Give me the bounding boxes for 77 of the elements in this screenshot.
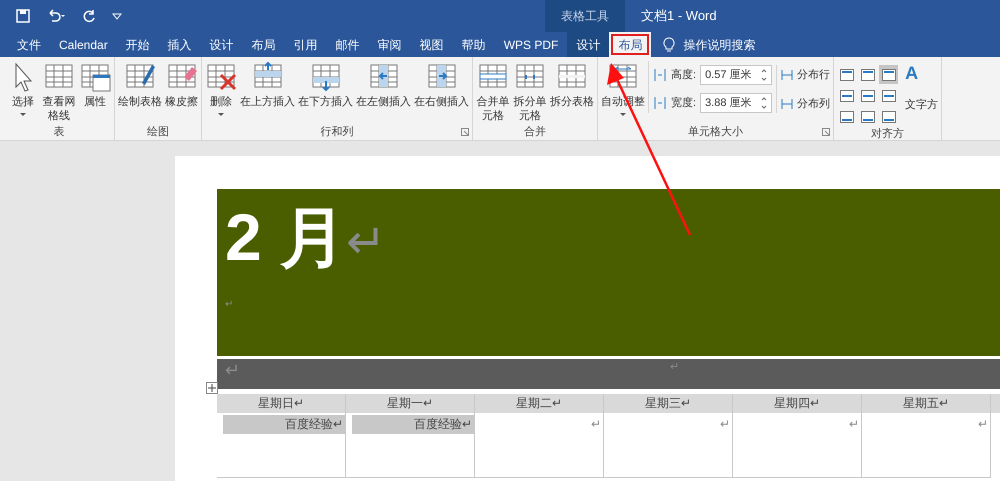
cell-text: ↵ [590,416,602,433]
group-label: 行和列 [320,124,354,140]
window-title: 文档1 - Word [641,7,717,26]
cell-text: 百度经验↵ [223,415,345,434]
spinner-icon[interactable] [761,96,768,110]
field-label: 高度: [671,68,696,83]
ribbon-button[interactable]: 在上方插入 [240,61,295,109]
field-label: 宽度: [671,96,696,111]
size-icon [653,96,667,110]
ribbon-button[interactable]: 绘制表格 [118,61,162,109]
menu-tab[interactable]: 设计 [567,32,610,57]
menu-tab[interactable]: 设计 [200,32,243,57]
paragraph-mark: ↵ [346,215,386,271]
search-label[interactable]: 操作说明搜索 [683,36,756,54]
table-header-cell: 星期三↵ [604,394,733,413]
lightbulb-icon [663,37,676,52]
redo-icon[interactable] [82,9,96,23]
distribute-icon [781,69,794,82]
context-tab-header: 表格工具 [545,0,625,32]
menu-tab[interactable]: 帮助 [452,32,495,57]
distribute-icon [781,98,794,110]
group-label: 单元格大小 [688,124,744,140]
launcher-icon[interactable] [822,128,830,136]
table-header-cell: 星期二↵ [475,394,604,413]
ribbon-button[interactable]: 橡皮擦 [165,61,198,109]
group-label: 合并 [524,124,546,140]
menu-tab[interactable]: 插入 [158,32,201,57]
customize-icon[interactable] [112,11,122,21]
table-header-cell: 星期五↵ [862,394,991,413]
cell-text: ↵ [848,416,860,433]
menu-tab[interactable]: WPS PDF [494,32,568,57]
size-field[interactable]: 0.57 厘米 [700,65,772,85]
ribbon-button[interactable]: 在左侧插入 [356,61,411,109]
save-icon[interactable] [16,9,30,23]
cell-text: ↵ [719,416,731,433]
distribute-button[interactable]: 分布列 [781,96,830,112]
caret-icon [218,113,224,117]
table-header-cell: 星期四↵ [733,394,862,413]
menu-tab[interactable]: 开始 [116,32,159,57]
group-label: 对齐方 [871,126,904,140]
menu-tab[interactable]: 布局 [609,32,652,57]
paragraph-mark: ↵ [670,360,679,375]
menu-tab[interactable]: 视图 [410,32,453,57]
table-header-cell: 星期日↵ [217,394,346,413]
ribbon-button[interactable]: 属性 [79,61,111,109]
table-move-icon[interactable] [206,382,218,394]
ribbon-button[interactable]: 删除 [205,61,237,117]
launcher-icon[interactable] [461,128,469,136]
size-icon [653,68,667,82]
size-field[interactable]: 3.88 厘米 [700,93,772,113]
text-direction-button[interactable]: A 文字方 [905,61,938,114]
menu-tab[interactable]: 文件 [8,32,50,57]
ribbon-button[interactable]: 查看网格线 [42,61,76,123]
menu-tab[interactable]: 引用 [284,32,327,57]
ribbon-button[interactable]: 合并单元格 [476,61,510,123]
table-header-cell: 星期一↵ [346,394,475,413]
group-label: 表 [54,124,64,140]
group-label: 绘图 [147,124,169,140]
spinner-icon[interactable] [761,68,768,82]
paragraph-mark: ↵ [225,298,234,312]
menu-tab[interactable]: Calendar [50,32,117,57]
cell-text: ↵ [977,416,989,433]
caret-icon [20,113,26,117]
align-button[interactable] [879,65,898,84]
menu-tab[interactable]: 审阅 [368,32,411,57]
ribbon-button[interactable]: 在下方插入 [298,61,353,109]
menu-tab[interactable]: 布局 [242,32,285,57]
cell-text: 百度经验↵ [352,415,474,434]
month-heading: 2 月 [225,201,346,273]
ribbon-button[interactable]: 在右侧插入 [414,61,469,109]
ribbon-button[interactable]: 选择 [7,61,39,117]
ribbon-button[interactable]: 拆分单元格 [513,61,547,123]
caret-icon [620,113,626,117]
ribbon-button[interactable]: 拆分表格 [550,61,594,109]
paragraph-mark: ↵ [225,359,240,381]
menu-tab[interactable]: 邮件 [326,32,369,57]
distribute-button[interactable]: 分布行 [781,67,830,84]
